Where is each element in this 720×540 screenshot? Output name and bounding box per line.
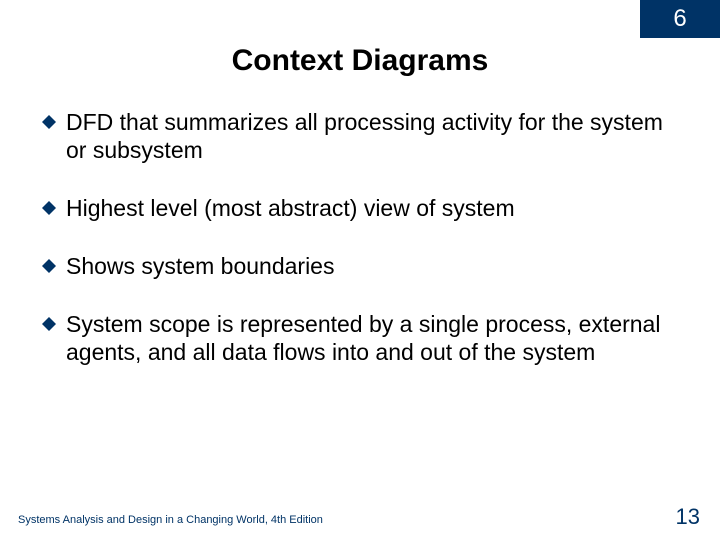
list-item: Highest level (most abstract) view of sy… xyxy=(42,194,678,222)
list-item: DFD that summarizes all processing activ… xyxy=(42,108,678,164)
bullet-text: System scope is represented by a single … xyxy=(66,310,678,366)
page-number: 13 xyxy=(676,504,700,530)
diamond-icon xyxy=(42,317,56,331)
chapter-number: 6 xyxy=(673,5,686,33)
slide: 6 Context Diagrams DFD that summarizes a… xyxy=(0,0,720,540)
list-item: Shows system boundaries xyxy=(42,252,678,280)
footer-text: Systems Analysis and Design in a Changin… xyxy=(18,514,323,526)
slide-body: DFD that summarizes all processing activ… xyxy=(42,108,678,396)
diamond-icon xyxy=(42,259,56,273)
chapter-number-box: 6 xyxy=(640,0,720,38)
list-item: System scope is represented by a single … xyxy=(42,310,678,366)
bullet-text: DFD that summarizes all processing activ… xyxy=(66,108,678,164)
bullet-text: Shows system boundaries xyxy=(66,252,334,280)
bullet-text: Highest level (most abstract) view of sy… xyxy=(66,194,515,222)
diamond-icon xyxy=(42,115,56,129)
slide-title: Context Diagrams xyxy=(0,44,720,78)
diamond-icon xyxy=(42,201,56,215)
